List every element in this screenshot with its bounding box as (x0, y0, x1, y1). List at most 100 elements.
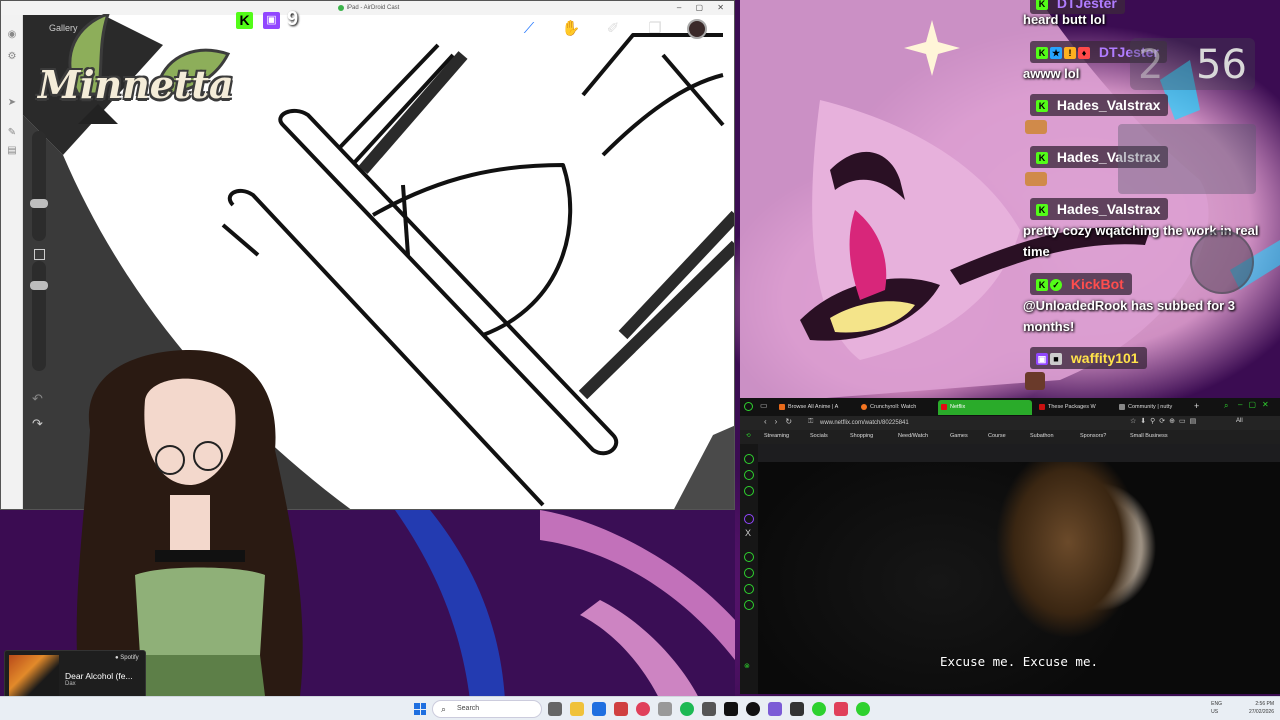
app-icon-9[interactable] (834, 702, 848, 716)
nav-buttons[interactable]: ‹›↻ (764, 417, 800, 426)
lock-icon: ⚿ (808, 418, 814, 425)
kick-badge-icon: K (1036, 204, 1048, 217)
kick-badge-icon: K (1036, 100, 1048, 113)
chat-badges: K ★ ! ♦ (1036, 47, 1090, 60)
extension-icons[interactable]: ☆⬇⚲⟳⊕▭▤ (1130, 417, 1200, 425)
chat-username: Hades_Valstrax (1056, 201, 1161, 217)
user-icon[interactable]: ◉ (6, 29, 18, 41)
layers-icon[interactable]: ❐ (645, 19, 665, 39)
clock-date: 27/02/2026 (1248, 709, 1274, 715)
window-controls[interactable]: – ▢ ✕ (677, 3, 730, 12)
app-icon-2[interactable] (636, 702, 650, 716)
settings-icon[interactable]: ⚙ (6, 51, 18, 63)
app-icon-1[interactable] (614, 702, 628, 716)
chat-message: @UnloadedRook has subbed for 3 months! (1023, 298, 1236, 334)
rail-icon-1[interactable] (744, 454, 754, 464)
rail-close-icon[interactable]: ⊗ (744, 662, 750, 670)
browser-taskbar-icon[interactable] (812, 702, 826, 716)
ai-button[interactable]: All (1236, 418, 1243, 424)
url-field[interactable]: www.netflix.com/watch/80225841 (816, 418, 1066, 428)
tab-label: Browse All Anime | A (788, 404, 839, 410)
tab-favicon-icon (779, 404, 785, 410)
chat-message: heard butt lol (1023, 12, 1106, 27)
windows-taskbar: ⌕ Search ENG US 2:56 PM 27/02/2026 (0, 696, 1280, 720)
app-icon-10[interactable] (856, 702, 870, 716)
tab-browse-anime[interactable]: Browse All Anime | A (776, 400, 854, 415)
bookmarks-bar: ⟲ Streaming Socials Shopping Need/Watch … (740, 430, 1280, 444)
chat-badges: K (1036, 100, 1048, 113)
clock-digit-bright: 56 (1196, 42, 1247, 88)
modify-button[interactable] (34, 249, 45, 260)
opacity-slider[interactable] (32, 261, 46, 371)
app-icon-8[interactable] (790, 702, 804, 716)
chat-username: waffity101 (1070, 350, 1139, 366)
store-icon[interactable] (592, 702, 606, 716)
address-bar: ‹›↻ ⚿ www.netflix.com/watch/80225841 ☆⬇⚲… (740, 416, 1280, 430)
bookmark-need-watch[interactable]: Need/Watch (898, 433, 928, 439)
tab-community[interactable]: Community | nutty (1116, 400, 1188, 415)
bookmark-games[interactable]: Games (950, 433, 968, 439)
rail-icon-5[interactable] (744, 568, 754, 578)
brush-size-slider[interactable] (32, 131, 46, 241)
app-icon-6[interactable] (746, 702, 760, 716)
twitch-rail-icon[interactable] (744, 514, 754, 524)
eraser-icon[interactable]: ✐ (603, 19, 623, 39)
track-artist: Dax (65, 681, 76, 687)
bookmark-sponsors[interactable]: Sponsors? (1080, 433, 1106, 439)
tab-actions-icon[interactable]: ▭ (760, 401, 768, 410)
netflix-video-player[interactable]: Excuse me. Excuse me. (758, 462, 1280, 694)
spotify-taskbar-icon[interactable] (680, 702, 694, 716)
rail-icon-3[interactable] (744, 486, 754, 496)
bookmark-socials[interactable]: Socials (810, 433, 828, 439)
mod-badge-icon: ■ (1050, 353, 1062, 366)
bookmark-icon[interactable]: ⟲ (746, 433, 751, 439)
rail-icon-7[interactable] (744, 600, 754, 610)
app-icon-3[interactable] (658, 702, 672, 716)
folder-icon[interactable]: ▤ (6, 145, 18, 157)
brush-size-knob[interactable] (30, 199, 48, 208)
window-controls[interactable]: –▢✕ (1238, 400, 1275, 409)
search-tabs-icon[interactable]: ⌕ (1224, 401, 1228, 411)
rail-icon-6[interactable] (744, 584, 754, 594)
color-picker[interactable] (687, 19, 707, 39)
tab-label: Crunchyroll: Watch (870, 404, 917, 410)
tab-crunchyroll[interactable]: Crunchyroll: Watch (858, 400, 930, 415)
undo-icon[interactable]: ↶ (32, 391, 43, 407)
rail-icon-2[interactable] (744, 470, 754, 480)
tab-favicon-icon (1039, 404, 1045, 410)
system-clock[interactable]: 2:56 PM 27/02/2026 (1249, 700, 1274, 716)
bookmark-streaming[interactable]: Streaming (764, 433, 789, 439)
pointer-icon[interactable]: ➤ (6, 97, 18, 109)
chat-username: KickBot (1070, 276, 1124, 292)
bookmark-subathon[interactable]: Subathon (1030, 433, 1054, 439)
tab-favicon-icon (861, 404, 867, 410)
smudge-icon[interactable]: ✋ (561, 19, 581, 39)
tab-netflix[interactable]: Netflix (938, 400, 1032, 415)
new-tab-button[interactable]: + (1194, 401, 1199, 411)
taskbar-search[interactable]: ⌕ Search (432, 700, 542, 718)
twitch-badge-icon: ▣ (1036, 353, 1048, 366)
chat-message: awww lol (1023, 66, 1080, 81)
bookmark-shopping[interactable]: Shopping (850, 433, 873, 439)
language-indicator[interactable]: ENG US (1211, 700, 1222, 716)
bookmark-course[interactable]: Course (988, 433, 1006, 439)
x-rail-icon[interactable]: X (745, 528, 751, 538)
app-icon-7[interactable] (768, 702, 782, 716)
chat-badges: K (1036, 152, 1048, 165)
rail-icon-4[interactable] (744, 552, 754, 562)
brush-icon[interactable]: ⟋ (519, 19, 539, 39)
file-explorer-icon[interactable] (570, 702, 584, 716)
spotify-icon: ● (115, 655, 119, 661)
bookmark-small-business[interactable]: Small Business (1130, 433, 1168, 439)
browser-profile-icon[interactable] (744, 402, 753, 411)
app-icon-5[interactable] (724, 702, 738, 716)
tools-icon[interactable]: ✎ (6, 127, 18, 139)
app-icon-4[interactable] (702, 702, 716, 716)
start-button[interactable] (414, 703, 426, 715)
opacity-knob[interactable] (30, 281, 48, 290)
twitch-icon: ▣ (263, 12, 280, 29)
tab-packages[interactable]: These Packages W (1036, 400, 1108, 415)
task-view-icon[interactable] (548, 702, 562, 716)
chat-badges: K ✓ (1036, 279, 1062, 292)
redo-icon[interactable]: ↷ (32, 416, 43, 432)
